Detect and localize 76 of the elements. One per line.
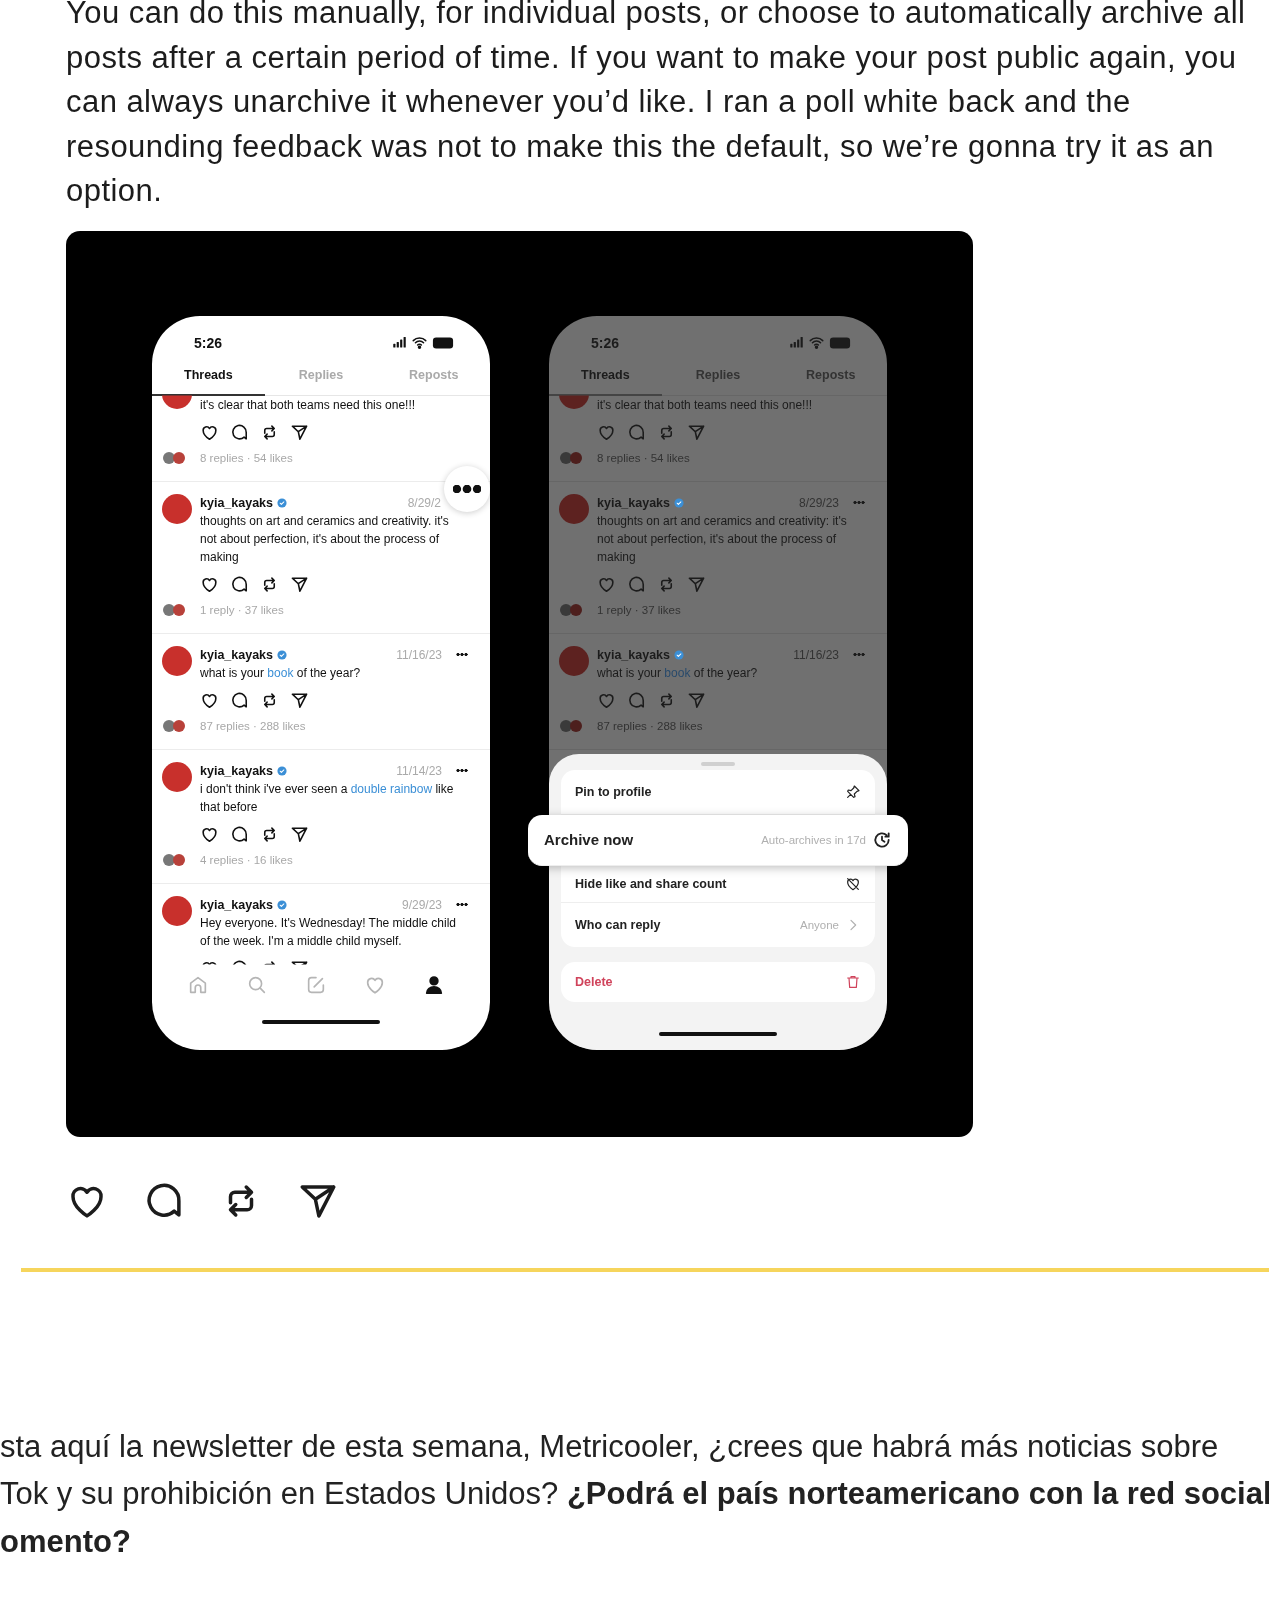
post-stats: 87 replies · 288 likes bbox=[597, 719, 704, 732]
post-stats: 8 replies · 54 likes bbox=[200, 451, 294, 464]
post-stats: 8 replies · 54 likes bbox=[597, 451, 691, 464]
menu-item-label: Delete bbox=[575, 974, 614, 989]
post-text: Hey everyone. It's Wednesday! The middle child of the week. I'm a middle child myself. bbox=[200, 914, 457, 950]
menu-item-label: Who can reply bbox=[575, 917, 662, 932]
username[interactable]: kyia_kayaks bbox=[200, 647, 273, 662]
username[interactable]: kyia_kayaks bbox=[597, 647, 670, 662]
status-time: 5:26 bbox=[194, 334, 223, 351]
avatar-stack bbox=[559, 602, 585, 617]
post-date: 9/29/23 bbox=[401, 897, 442, 912]
avatar-stack bbox=[162, 852, 188, 867]
avatar-stack bbox=[162, 602, 188, 617]
more-icon[interactable] bbox=[456, 769, 468, 772]
signal-icon bbox=[789, 335, 804, 350]
profile-tab[interactable]: Reposts bbox=[377, 363, 490, 396]
post-text: thoughts on art and ceramics and creativity. it's not about perfection, it's about the process of making bbox=[200, 512, 450, 566]
username[interactable]: kyia_kayaks bbox=[200, 495, 273, 510]
username[interactable]: kyia_kayaks bbox=[597, 495, 670, 510]
avatar-stack bbox=[559, 450, 585, 465]
username[interactable]: kyia_kayaks bbox=[200, 897, 273, 912]
post-text: thoughts on art and ceramics and creativity: it's not about perfection, it's about the process of making bbox=[597, 512, 848, 566]
wifi-icon bbox=[412, 335, 427, 350]
avatar bbox=[162, 895, 192, 926]
ellipsis-icon bbox=[453, 484, 481, 493]
avatar-stack bbox=[559, 718, 585, 733]
avatar-stack bbox=[162, 450, 188, 465]
post-date: 11/16/23 bbox=[793, 647, 839, 662]
status-time: 5:26 bbox=[591, 334, 620, 351]
post-stats: 1 reply · 37 likes bbox=[200, 603, 285, 616]
post-text: what is your book of the year? bbox=[200, 664, 362, 682]
wifi-icon bbox=[809, 335, 824, 350]
post-text: it's clear that both teams need this one!!! bbox=[200, 396, 417, 414]
menu-item-detail: Auto-archives in 17d bbox=[761, 833, 866, 846]
post-stats: 4 replies · 16 likes bbox=[200, 853, 294, 866]
post-text: what is your book of the year? bbox=[597, 664, 759, 682]
pin-icon bbox=[845, 783, 861, 800]
avatar bbox=[559, 493, 589, 524]
profile-tab[interactable]: Replies bbox=[661, 363, 775, 396]
newsletter-paragraph: sta aquí la newsletter de esta semana, Metricooler, ¿crees que habrá más noticias sobre Tok y su prohibición en Estados Unidos? ¿Podrá el país norteamericano con la red social omento? bbox=[0, 1427, 1269, 1561]
avatar bbox=[162, 493, 192, 524]
avatar-stack bbox=[162, 718, 188, 733]
post-date: 11/14/23 bbox=[396, 763, 442, 778]
profile-tab[interactable]: Replies bbox=[264, 363, 378, 396]
link[interactable]: book bbox=[267, 665, 294, 680]
avatar bbox=[559, 645, 589, 676]
menu-item[interactable]: Hide like and share count bbox=[561, 865, 875, 903]
menu-item-label: Pin to profile bbox=[575, 784, 653, 799]
more-button[interactable] bbox=[444, 465, 490, 512]
more-icon[interactable] bbox=[456, 903, 468, 906]
person-icon[interactable] bbox=[423, 973, 445, 996]
crossed-heart-icon bbox=[845, 875, 861, 892]
menu-item[interactable]: Who can reply Anyone bbox=[561, 902, 875, 947]
menu-item[interactable]: Delete bbox=[561, 961, 875, 1002]
post-text: it's clear that both teams need this one!!! bbox=[597, 396, 814, 414]
clock-arrow-icon bbox=[872, 829, 892, 850]
profile-tab[interactable]: Reposts bbox=[774, 363, 887, 396]
avatar bbox=[162, 645, 192, 676]
trash-icon bbox=[845, 973, 861, 990]
menu-item[interactable]: Archive now Auto-archives in 17d bbox=[528, 814, 908, 866]
menu-item[interactable]: Pin to profile bbox=[561, 769, 875, 815]
username[interactable]: kyia_kayaks bbox=[200, 763, 273, 778]
more-icon[interactable] bbox=[456, 653, 468, 656]
post-date: 11/16/23 bbox=[396, 647, 442, 662]
post-stats: 1 reply · 37 likes bbox=[597, 603, 682, 616]
menu-item-label: Hide like and share count bbox=[575, 876, 728, 891]
post-date: 8/29/2 bbox=[407, 495, 441, 510]
menu-item-detail: Anyone bbox=[800, 918, 839, 931]
post-text: i don't think i've ever seen a double rainbow like that before bbox=[200, 780, 455, 816]
post-stats: 87 replies · 288 likes bbox=[200, 719, 307, 732]
signal-icon bbox=[392, 335, 407, 350]
menu-item-label: Archive now bbox=[544, 831, 635, 848]
link[interactable]: double rainbow bbox=[350, 781, 433, 796]
avatar bbox=[162, 761, 192, 792]
intro-paragraph: You can do this manually, for individual posts, or choose to automatically archive all posts after a certain period of time. If you want to make your post public again, you can always unarchive it whenever you’d like. I ran a poll white back and the resounding feedback was not to make this the default, so we’re gonna try it as an option. bbox=[66, 0, 1247, 210]
post-date: 8/29/23 bbox=[798, 495, 839, 510]
